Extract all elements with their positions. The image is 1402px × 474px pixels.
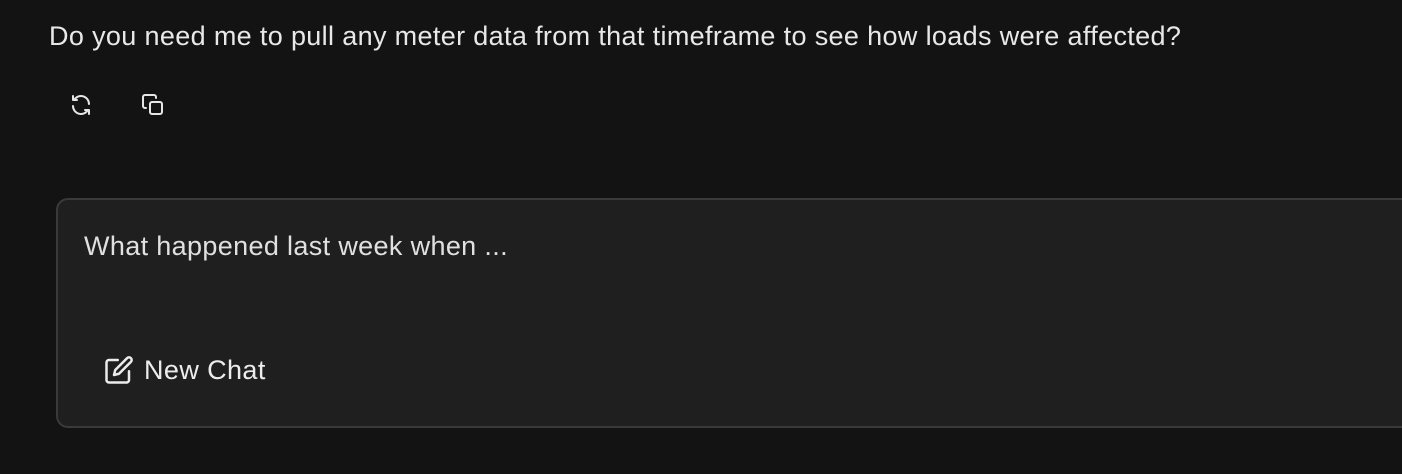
edit-icon <box>105 356 133 384</box>
regenerate-button[interactable] <box>58 82 104 128</box>
chat-composer: New Chat <box>56 198 1402 428</box>
new-chat-button[interactable]: New Chat <box>94 344 276 396</box>
chat-input[interactable] <box>84 226 1284 266</box>
chat-page: Do you need me to pull any meter data fr… <box>0 0 1402 474</box>
refresh-icon <box>72 95 90 115</box>
message-actions <box>58 82 176 128</box>
copy-button[interactable] <box>130 82 176 128</box>
copy-icon <box>142 94 163 115</box>
new-chat-label: New Chat <box>144 354 266 385</box>
assistant-message-text: Do you need me to pull any meter data fr… <box>49 21 1182 51</box>
